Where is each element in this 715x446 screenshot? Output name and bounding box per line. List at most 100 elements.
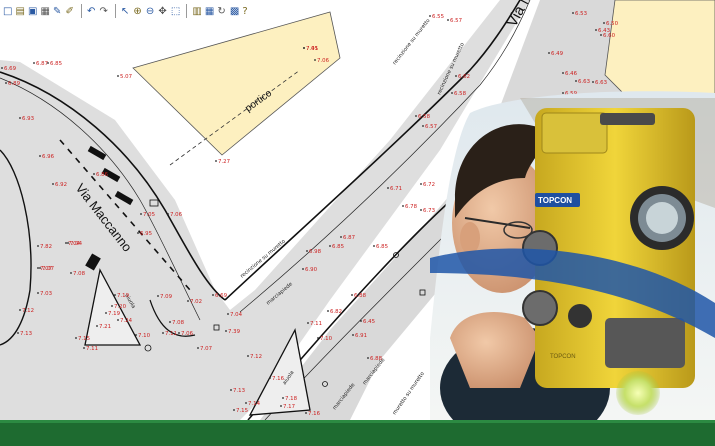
elevation-label: 6.82 [330,309,342,315]
toolbar-separator [186,4,188,18]
refresh-icon[interactable]: ↻ [217,6,228,17]
elevation-point [360,320,362,322]
save-icon[interactable]: ▣ [28,6,39,17]
elevation-label: 6.50 [606,21,619,27]
elevation-point [340,236,342,238]
elevation-label: 6.57 [450,18,462,24]
zoom-out-icon[interactable]: ⊖ [146,6,157,17]
elevation-point [137,232,139,234]
elevation-point [603,22,605,24]
print-icon[interactable]: ▦ [41,6,52,17]
elevation-label: 7.04 [230,312,243,318]
elevation-label: 6.92 [55,182,67,188]
elevation-label: 6.87 [343,235,355,241]
elevation-label: 7.10 [138,333,151,339]
elevation-label: 7.21 [99,324,111,330]
elevation-label: 6.87 [36,61,48,67]
elevation-label: 7.13 [20,331,32,337]
elevation-label: 7.16 [272,376,285,382]
elevation-point [52,183,54,185]
zoom-window-icon[interactable]: ⬚ [171,6,182,17]
elevation-point [19,309,21,311]
elevation-point [17,332,19,334]
elevation-label: 6.63 [578,79,590,85]
elevation-point [329,245,331,247]
redo-icon[interactable]: ↷ [99,6,110,17]
elevation-point [595,29,597,31]
elevation-label: 6.89 [8,81,21,87]
elevation-point [39,155,41,157]
elevation-label: 7.16 [308,411,321,417]
toolbar-separator [114,4,116,18]
elevation-point [367,357,369,359]
elevation-label: 7.24 [120,318,133,324]
elevation-point [305,412,307,414]
pan-icon[interactable]: ✥ [158,6,169,17]
elevation-point [135,334,137,336]
focus-knob-2 [522,290,558,326]
footer-bar [0,420,715,446]
elevation-point [351,294,353,296]
elevation-point [33,62,35,64]
palette-icon[interactable]: ▩ [230,6,241,17]
elevation-label: 7.18 [285,396,298,402]
elevation-point [447,19,449,21]
layers-icon[interactable]: ▥ [192,6,203,17]
elevation-label: 7.20 [114,304,127,310]
elevation-label: 6.88 [370,356,383,362]
elevation-point [75,337,77,339]
elevation-point [572,12,574,14]
elevation-point [83,347,85,349]
grid-icon[interactable]: ▦ [205,6,216,17]
elevation-point [157,295,159,297]
elevation-point [212,294,214,296]
elevation-label: 6.86 [96,172,109,178]
elevation-label: 6.95 [140,231,152,237]
elevation-point [548,52,550,54]
elevation-label: 6.49 [551,51,564,57]
elevation-label: 7.08 [172,320,185,326]
elevation-point [247,355,249,357]
open-icon[interactable]: ▤ [16,6,27,17]
elevation-point [215,160,217,162]
brush-icon[interactable]: ✐ [66,6,77,17]
total-station-handle [600,113,655,125]
elevation-point [420,183,422,185]
elevation-label: 7.07 [40,266,52,272]
elevation-label: 6.85 [332,244,344,250]
elevation-point [114,294,116,296]
elevation-point [37,267,39,269]
elevation-point [70,272,72,274]
pencil-icon[interactable]: ✎ [53,6,64,17]
glow-orb [616,371,660,415]
elevation-point [197,347,199,349]
screenshot-stage: Via Maccanno Via M portico recinzione su… [0,0,715,446]
elevation-point [562,72,564,74]
elevation-label: 7.19 [108,311,121,317]
elevation-label: 6.60 [603,33,616,39]
help-icon[interactable]: ? [242,6,253,17]
elevation-point [314,59,316,61]
elevation-label: 6.91 [355,333,367,339]
zoom-in-icon[interactable]: ⊕ [133,6,144,17]
elevation-label: 6.78 [405,204,418,210]
undo-icon[interactable]: ↶ [87,6,98,17]
elevation-point [140,213,142,215]
elevation-label: 7.15 [236,408,248,414]
topcon-brand-label: TOPCON [538,196,572,205]
elevation-point [387,187,389,189]
elevation-label: 7.02 [190,299,202,305]
new-icon[interactable]: □ [3,6,14,17]
elevation-label: 7.14 [248,401,261,407]
elevation-point [302,268,304,270]
elevation-label: 6.69 [215,293,228,299]
elevation-label: 7.39 [228,329,241,335]
elevation-point [415,115,417,117]
elevation-point [93,173,95,175]
select-icon[interactable]: ↖ [121,6,132,17]
elevation-label: 7.12 [250,354,262,360]
elevation-label: 6.88 [354,293,367,299]
elevation-label: 7.15 [78,336,90,342]
elevation-label: 7.17 [283,404,295,410]
elevation-label: 6.69 [4,66,17,72]
